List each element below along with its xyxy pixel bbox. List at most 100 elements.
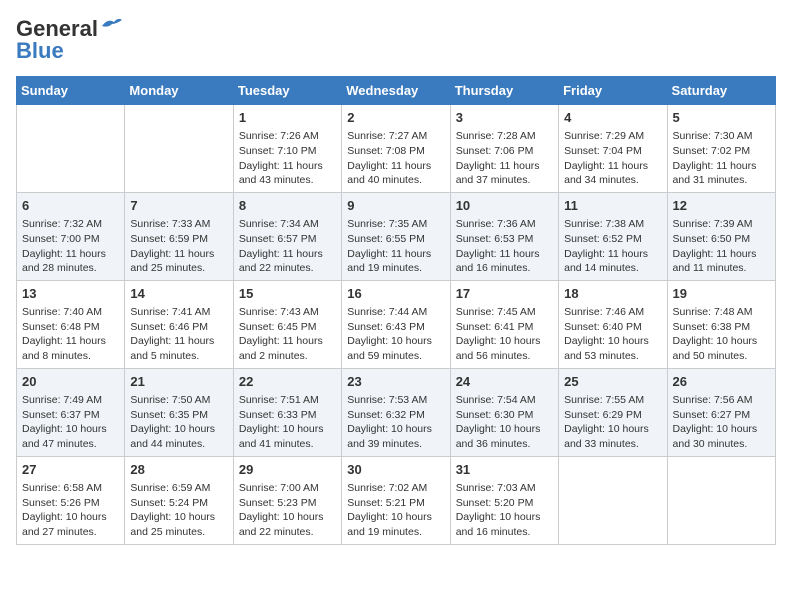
calendar-cell: 31 Sunrise: 7:03 AM Sunset: 5:20 PM Dayli… — [450, 456, 558, 544]
weekday-header-wednesday: Wednesday — [342, 77, 450, 105]
day-info: Sunrise: 7:36 AM Sunset: 6:53 PM Dayligh… — [456, 217, 553, 276]
calendar-week-3: 13 Sunrise: 7:40 AM Sunset: 6:48 PM Dayli… — [17, 280, 776, 368]
page-header: General Blue — [16, 16, 776, 64]
weekday-header-friday: Friday — [559, 77, 667, 105]
day-info: Sunrise: 7:54 AM Sunset: 6:30 PM Dayligh… — [456, 393, 553, 452]
day-number: 17 — [456, 285, 553, 303]
day-info: Sunrise: 7:40 AM Sunset: 6:48 PM Dayligh… — [22, 305, 119, 364]
calendar-cell: 1 Sunrise: 7:26 AM Sunset: 7:10 PM Daylig… — [233, 105, 341, 193]
day-info: Sunrise: 7:03 AM Sunset: 5:20 PM Dayligh… — [456, 481, 553, 540]
day-info: Sunrise: 7:45 AM Sunset: 6:41 PM Dayligh… — [456, 305, 553, 364]
day-info: Sunrise: 7:49 AM Sunset: 6:37 PM Dayligh… — [22, 393, 119, 452]
logo-blue: Blue — [16, 38, 64, 64]
calendar-cell: 17 Sunrise: 7:45 AM Sunset: 6:41 PM Dayli… — [450, 280, 558, 368]
day-number: 31 — [456, 461, 553, 479]
day-info: Sunrise: 7:53 AM Sunset: 6:32 PM Dayligh… — [347, 393, 444, 452]
calendar-cell: 3Sunrise: 7:28 AM Sunset: 7:06 PM Daylig… — [450, 105, 558, 193]
day-info: Sunrise: 7:28 AM Sunset: 7:06 PM Dayligh… — [456, 129, 553, 188]
day-number: 1 — [239, 109, 336, 127]
day-number: 20 — [22, 373, 119, 391]
day-info: Sunrise: 7:55 AM Sunset: 6:29 PM Dayligh… — [564, 393, 661, 452]
day-info: Sunrise: 7:50 AM Sunset: 6:35 PM Dayligh… — [130, 393, 227, 452]
day-number: 10 — [456, 197, 553, 215]
day-number: 12 — [673, 197, 770, 215]
calendar-cell: 22 Sunrise: 7:51 AM Sunset: 6:33 PM Dayli… — [233, 368, 341, 456]
calendar-cell: 30 Sunrise: 7:02 AM Sunset: 5:21 PM Dayli… — [342, 456, 450, 544]
calendar-cell: 29 Sunrise: 7:00 AM Sunset: 5:23 PM Dayli… — [233, 456, 341, 544]
day-number: 4 — [564, 109, 661, 127]
calendar-cell: 6 Sunrise: 7:32 AM Sunset: 7:00 PM Daylig… — [17, 192, 125, 280]
calendar-cell: 25Sunrise: 7:55 AM Sunset: 6:29 PM Dayli… — [559, 368, 667, 456]
day-number: 7 — [130, 197, 227, 215]
day-number: 11 — [564, 197, 661, 215]
calendar-cell: 18 Sunrise: 7:46 AM Sunset: 6:40 PM Dayli… — [559, 280, 667, 368]
calendar-cell: 10 Sunrise: 7:36 AM Sunset: 6:53 PM Dayli… — [450, 192, 558, 280]
day-info: Sunrise: 7:02 AM Sunset: 5:21 PM Dayligh… — [347, 481, 444, 540]
weekday-header-sunday: Sunday — [17, 77, 125, 105]
calendar-cell — [559, 456, 667, 544]
day-info: Sunrise: 7:27 AM Sunset: 7:08 PM Dayligh… — [347, 129, 444, 188]
calendar-cell: 11 Sunrise: 7:38 AM Sunset: 6:52 PM Dayli… — [559, 192, 667, 280]
day-info: Sunrise: 7:30 AM Sunset: 7:02 PM Dayligh… — [673, 129, 770, 188]
logo: General Blue — [16, 16, 122, 64]
calendar-cell — [667, 456, 775, 544]
day-number: 30 — [347, 461, 444, 479]
calendar-week-5: 27Sunrise: 6:58 AM Sunset: 5:26 PM Dayli… — [17, 456, 776, 544]
day-info: Sunrise: 7:00 AM Sunset: 5:23 PM Dayligh… — [239, 481, 336, 540]
day-number: 27 — [22, 461, 119, 479]
day-info: Sunrise: 7:39 AM Sunset: 6:50 PM Dayligh… — [673, 217, 770, 276]
calendar-cell: 4 Sunrise: 7:29 AM Sunset: 7:04 PM Daylig… — [559, 105, 667, 193]
weekday-header-row: SundayMondayTuesdayWednesdayThursdayFrid… — [17, 77, 776, 105]
day-number: 21 — [130, 373, 227, 391]
calendar-cell: 27Sunrise: 6:58 AM Sunset: 5:26 PM Dayli… — [17, 456, 125, 544]
calendar-cell — [17, 105, 125, 193]
weekday-header-thursday: Thursday — [450, 77, 558, 105]
day-info: Sunrise: 7:38 AM Sunset: 6:52 PM Dayligh… — [564, 217, 661, 276]
calendar-cell: 19Sunrise: 7:48 AM Sunset: 6:38 PM Dayli… — [667, 280, 775, 368]
weekday-header-tuesday: Tuesday — [233, 77, 341, 105]
calendar-cell — [125, 105, 233, 193]
calendar-cell: 9Sunrise: 7:35 AM Sunset: 6:55 PM Daylig… — [342, 192, 450, 280]
calendar-cell: 26Sunrise: 7:56 AM Sunset: 6:27 PM Dayli… — [667, 368, 775, 456]
day-info: Sunrise: 7:32 AM Sunset: 7:00 PM Dayligh… — [22, 217, 119, 276]
day-number: 6 — [22, 197, 119, 215]
calendar-cell: 2Sunrise: 7:27 AM Sunset: 7:08 PM Daylig… — [342, 105, 450, 193]
day-info: Sunrise: 6:59 AM Sunset: 5:24 PM Dayligh… — [130, 481, 227, 540]
day-info: Sunrise: 7:33 AM Sunset: 6:59 PM Dayligh… — [130, 217, 227, 276]
day-number: 23 — [347, 373, 444, 391]
calendar-cell: 8 Sunrise: 7:34 AM Sunset: 6:57 PM Daylig… — [233, 192, 341, 280]
day-info: Sunrise: 7:51 AM Sunset: 6:33 PM Dayligh… — [239, 393, 336, 452]
day-number: 18 — [564, 285, 661, 303]
calendar-cell: 21 Sunrise: 7:50 AM Sunset: 6:35 PM Dayli… — [125, 368, 233, 456]
calendar-cell: 15Sunrise: 7:43 AM Sunset: 6:45 PM Dayli… — [233, 280, 341, 368]
day-info: Sunrise: 7:41 AM Sunset: 6:46 PM Dayligh… — [130, 305, 227, 364]
day-info: Sunrise: 7:34 AM Sunset: 6:57 PM Dayligh… — [239, 217, 336, 276]
day-number: 19 — [673, 285, 770, 303]
calendar-cell: 24 Sunrise: 7:54 AM Sunset: 6:30 PM Dayli… — [450, 368, 558, 456]
calendar-cell: 16Sunrise: 7:44 AM Sunset: 6:43 PM Dayli… — [342, 280, 450, 368]
day-number: 28 — [130, 461, 227, 479]
calendar-cell: 23 Sunrise: 7:53 AM Sunset: 6:32 PM Dayli… — [342, 368, 450, 456]
day-info: Sunrise: 7:26 AM Sunset: 7:10 PM Dayligh… — [239, 129, 336, 188]
calendar-cell: 12 Sunrise: 7:39 AM Sunset: 6:50 PM Dayli… — [667, 192, 775, 280]
day-number: 29 — [239, 461, 336, 479]
day-number: 9 — [347, 197, 444, 215]
day-info: Sunrise: 7:29 AM Sunset: 7:04 PM Dayligh… — [564, 129, 661, 188]
weekday-header-monday: Monday — [125, 77, 233, 105]
day-number: 24 — [456, 373, 553, 391]
weekday-header-saturday: Saturday — [667, 77, 775, 105]
day-number: 22 — [239, 373, 336, 391]
day-info: Sunrise: 7:46 AM Sunset: 6:40 PM Dayligh… — [564, 305, 661, 364]
day-number: 5 — [673, 109, 770, 127]
calendar-week-1: 1 Sunrise: 7:26 AM Sunset: 7:10 PM Daylig… — [17, 105, 776, 193]
calendar-cell: 14Sunrise: 7:41 AM Sunset: 6:46 PM Dayli… — [125, 280, 233, 368]
day-number: 8 — [239, 197, 336, 215]
day-number: 13 — [22, 285, 119, 303]
logo-bird-icon — [100, 16, 122, 34]
calendar-cell: 28 Sunrise: 6:59 AM Sunset: 5:24 PM Dayli… — [125, 456, 233, 544]
calendar-cell: 13 Sunrise: 7:40 AM Sunset: 6:48 PM Dayli… — [17, 280, 125, 368]
calendar-table: SundayMondayTuesdayWednesdayThursdayFrid… — [16, 76, 776, 545]
day-number: 15 — [239, 285, 336, 303]
day-number: 26 — [673, 373, 770, 391]
calendar-cell: 5 Sunrise: 7:30 AM Sunset: 7:02 PM Daylig… — [667, 105, 775, 193]
